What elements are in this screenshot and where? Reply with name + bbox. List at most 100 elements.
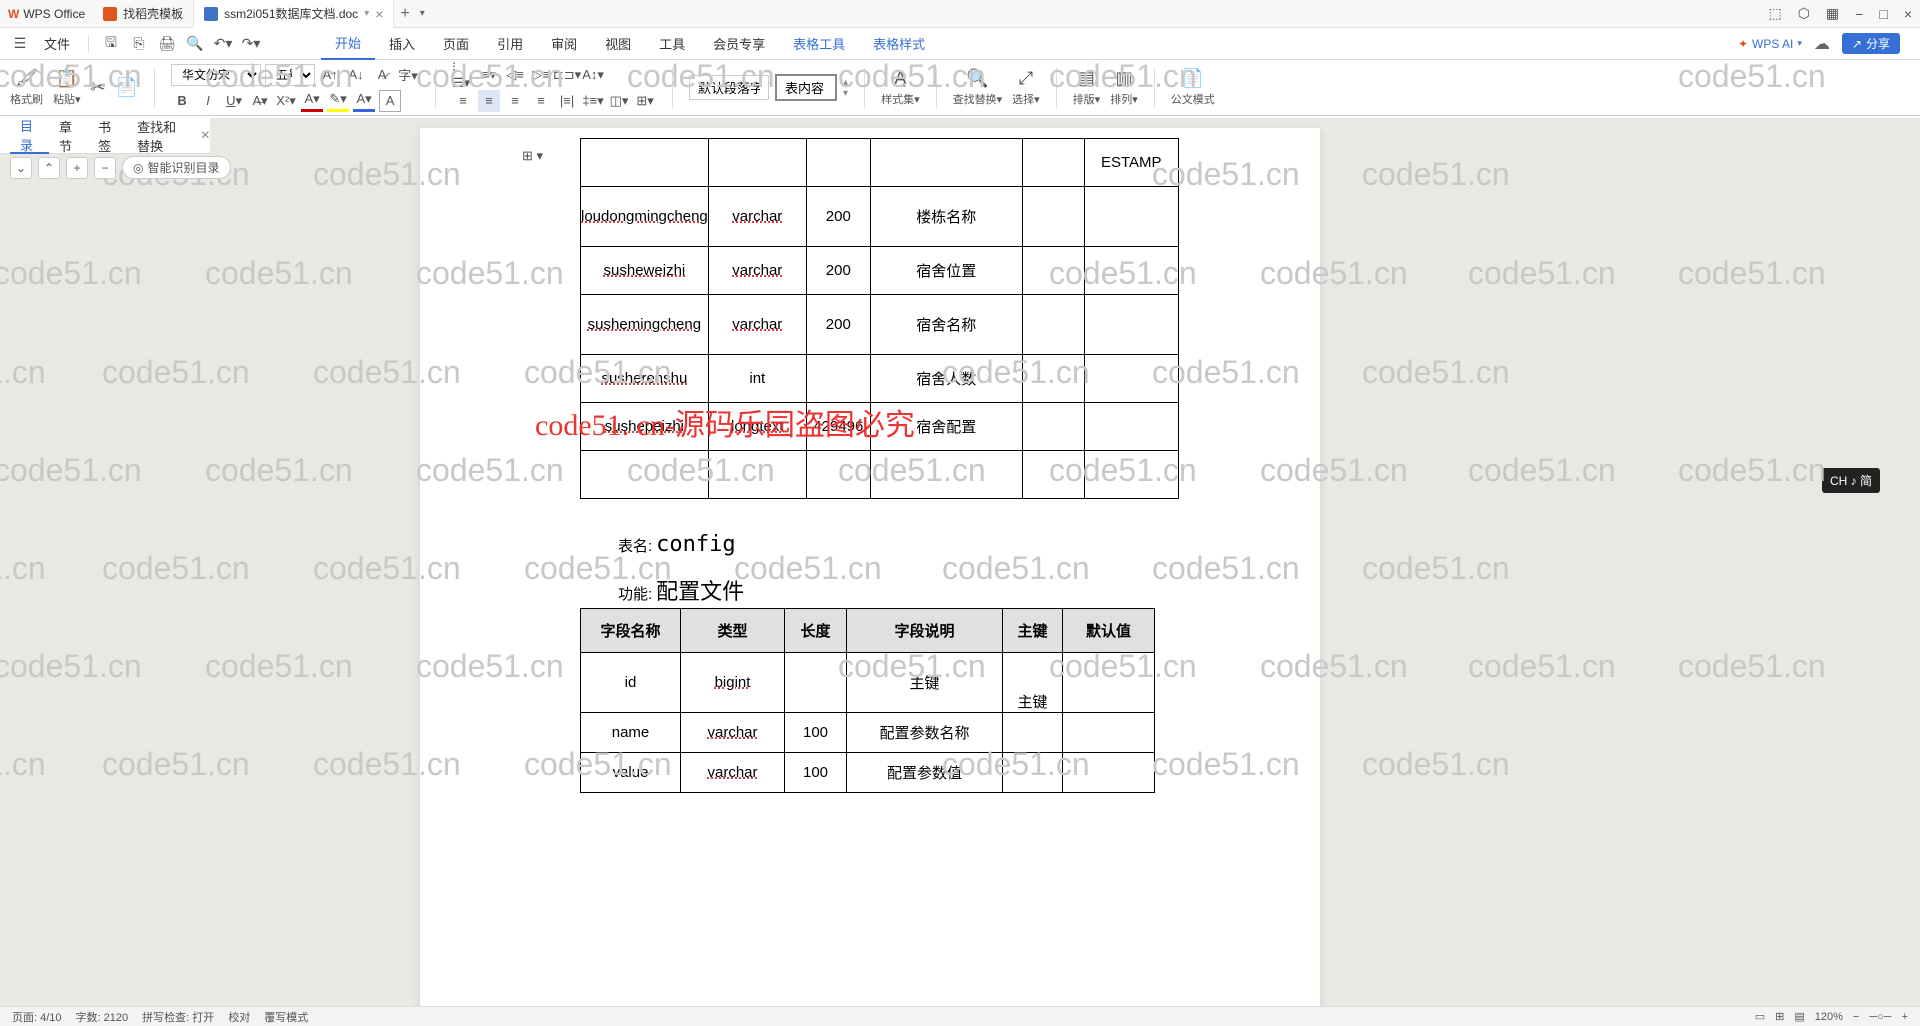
tabs-button[interactable]: ⊏⊐▾ [556,64,578,86]
document-page[interactable]: ⊞ ▾ ESTAMP loudongmingcheng varchar 200 … [420,128,1320,1006]
zoom-slider[interactable]: ─○─ [1869,1011,1891,1023]
highlight-button[interactable]: ✎▾ [327,90,349,112]
view-mode-icon[interactable]: ▭ [1755,1010,1765,1023]
gov-group[interactable]: 📄公文模式 [1171,68,1215,107]
align-right-button[interactable]: ≡ [504,90,526,112]
print-icon[interactable]: 🖨 [157,34,177,54]
header-cell[interactable]: 字段名称 [581,609,681,653]
grid-icon[interactable]: ▦ [1826,5,1839,22]
db-table-2[interactable]: 字段名称 类型 长度 字段说明 主键 默认值 id bigint 主键 主键 n… [580,608,1155,793]
header-cell[interactable]: 主键 [1003,609,1063,653]
add-icon[interactable]: + [66,157,88,179]
close-icon[interactable]: × [201,127,210,145]
cell[interactable]: bigint [715,674,751,691]
close-icon[interactable]: × [375,6,383,22]
maximize-button[interactable]: □ [1879,6,1887,22]
bold-button[interactable]: B [171,90,193,112]
cell[interactable]: susheweizhi [604,262,686,279]
cell[interactable]: 100 [785,713,847,753]
value[interactable]: 配置文件 [656,579,744,604]
cell[interactable]: 主键 [1003,653,1063,713]
underline-button[interactable]: U▾ [223,90,245,112]
tab-table-tools[interactable]: 表格工具 [779,28,859,60]
hamburger-icon[interactable]: ☰ [10,34,30,54]
tab-table-style[interactable]: 表格样式 [859,28,939,60]
zoom-out-icon[interactable]: − [1853,1011,1859,1023]
cell[interactable]: varchar [732,262,782,279]
cell[interactable]: int [708,355,806,403]
tab-templates[interactable]: 找稻壳模板 [93,0,194,28]
smart-outline-button[interactable]: ◎ 智能识别目录 [122,156,231,179]
cell[interactable]: varchar [732,316,782,333]
shading-button[interactable]: ◫▾ [608,90,630,112]
cell[interactable]: loudongmingcheng [581,208,708,225]
save-icon[interactable]: 🖫 [101,34,121,54]
cell[interactable]: 配置参数值 [847,753,1003,793]
export-icon[interactable]: ⎘ [129,34,149,54]
share-button[interactable]: ↗ 分享 [1842,33,1900,54]
side-tab-findreplace[interactable]: 查找和替换 [127,118,195,154]
font-size-select[interactable]: 五号 [265,64,315,86]
style-up-icon[interactable]: ▴ [843,77,848,88]
distribute-button[interactable]: |≡| [556,90,578,112]
font-color-button[interactable]: A▾ [301,90,323,112]
tab-page[interactable]: 页面 [429,28,483,60]
cell[interactable]: varchar [732,208,782,225]
cube-icon[interactable]: ⬡ [1798,5,1810,22]
ime-indicator[interactable]: CH ♪ 简 [1822,468,1880,493]
cell[interactable]: 200 [806,295,870,355]
box-icon[interactable]: ⬚ [1768,5,1781,22]
cell[interactable]: 宿舍位置 [870,247,1022,295]
tab-tools[interactable]: 工具 [645,28,699,60]
minimize-button[interactable]: − [1855,6,1863,22]
tab-insert[interactable]: 插入 [375,28,429,60]
close-button[interactable]: × [1904,6,1912,22]
tab-reference[interactable]: 引用 [483,28,537,60]
tab-review[interactable]: 审阅 [537,28,591,60]
view-mode-icon[interactable]: ▤ [1794,1010,1804,1023]
select-group[interactable]: ⤢选择▾ [1012,68,1040,107]
cut-icon[interactable]: ✂ [91,77,106,98]
phonetic-icon[interactable]: 字▾ [397,64,419,86]
align-justify-button[interactable]: ≡ [530,90,552,112]
remove-icon[interactable]: − [94,157,116,179]
cell[interactable]: id [581,653,681,713]
styles-group[interactable]: A̲样式集▾ [881,68,920,107]
cell[interactable]: 楼栋名称 [870,187,1022,247]
format-painter-group[interactable]: 🖌 格式刷 [10,68,43,107]
increase-indent-button[interactable]: ▷≡ [530,64,552,86]
cell[interactable]: 429496 [806,403,870,451]
line-spacing-button[interactable]: ‡≡▾ [582,90,604,112]
add-tab-button[interactable]: + [394,5,415,23]
header-cell[interactable]: 默认值 [1063,609,1155,653]
strike-button[interactable]: A̶▾ [249,90,271,112]
rows-group[interactable]: ▤排版▾ [1073,68,1101,107]
preview-icon[interactable]: 🔍 [185,34,205,54]
page-indicator[interactable]: 页面: 4/10 [12,1009,62,1025]
style-content-input[interactable] [775,74,837,101]
dropdown-icon[interactable]: ▾ [364,8,369,19]
undo-icon[interactable]: ↶▾ [213,34,233,54]
db-table-1[interactable]: ESTAMP loudongmingcheng varchar 200 楼栋名称… [580,138,1179,499]
zoom-level[interactable]: 120% [1815,1011,1843,1023]
header-cell[interactable]: 长度 [785,609,847,653]
tab-home[interactable]: 开始 [321,28,375,60]
overwrite-status[interactable]: 覆写模式 [264,1009,308,1025]
proofread-status[interactable]: 校对 [228,1009,250,1025]
decrease-indent-button[interactable]: ◁≡ [504,64,526,86]
side-tab-chapters[interactable]: 章节 [49,118,88,154]
file-menu[interactable]: 文件 [38,34,76,53]
cell[interactable]: 配置参数名称 [847,713,1003,753]
cell[interactable]: longtext [731,418,784,435]
word-count[interactable]: 字数: 2120 [76,1009,129,1025]
numbering-button[interactable]: ≡▾ [478,64,500,86]
bullets-button[interactable]: ⁝☰▾ [452,64,474,86]
table-handle-icon[interactable]: ⊞ ▾ [522,148,543,164]
tab-member[interactable]: 会员专享 [699,28,779,60]
value[interactable]: config [656,532,735,557]
cell[interactable]: 主键 [847,653,1003,713]
increase-font-icon[interactable]: A↑ [319,64,341,86]
decrease-font-icon[interactable]: A↓ [345,64,367,86]
cell[interactable]: 宿舍人数 [870,355,1022,403]
style-para-input[interactable] [689,75,769,100]
